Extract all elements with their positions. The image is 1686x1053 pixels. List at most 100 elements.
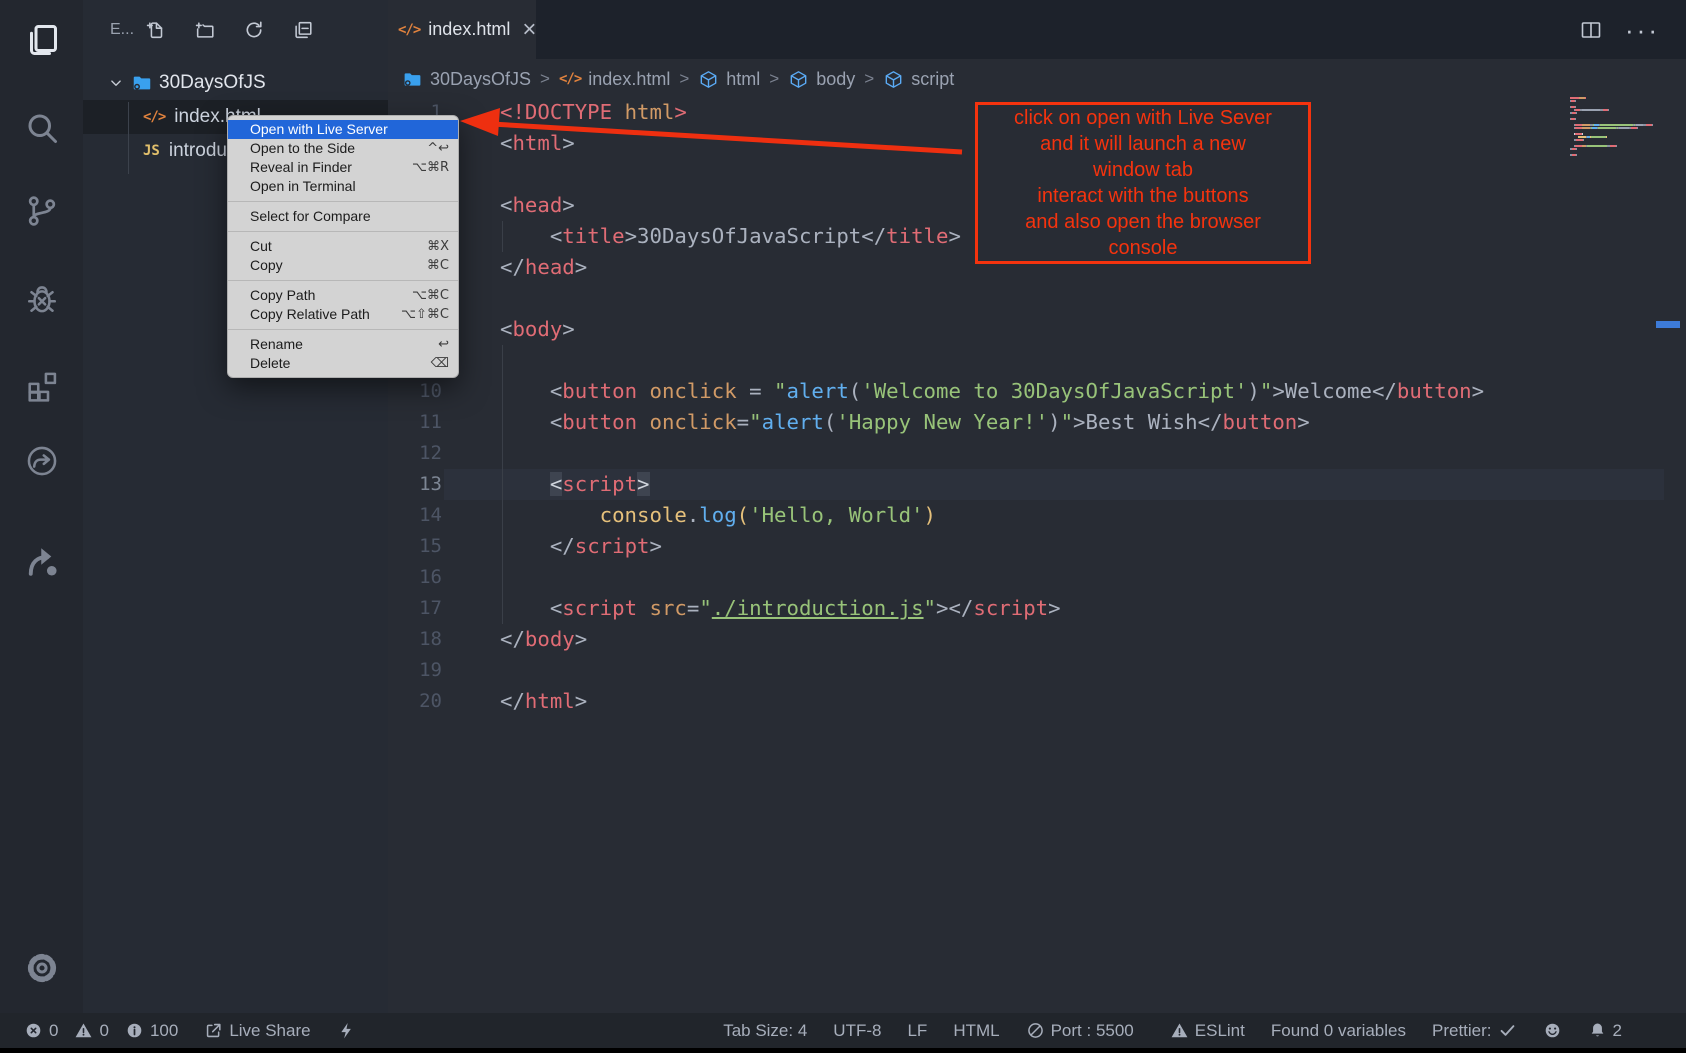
status-item-html[interactable]: HTML	[953, 1021, 999, 1041]
status-label: 100	[150, 1021, 178, 1041]
settings-gear-icon[interactable]	[24, 950, 60, 986]
code-line-17[interactable]: <script src="./introduction.js"></script…	[500, 593, 1484, 624]
new-file-icon[interactable]	[145, 19, 167, 41]
split-editor-icon[interactable]	[1579, 18, 1603, 42]
menu-item-copy-path[interactable]: Copy Path⌥⌘C	[228, 286, 458, 305]
line-number: 20	[388, 686, 442, 717]
menu-item-copy-relative-path[interactable]: Copy Relative Path⌥⇧⌘C	[228, 305, 458, 324]
menu-item-open-to-the-side[interactable]: Open to the Side^↩	[228, 139, 458, 158]
check-icon	[1498, 1021, 1517, 1040]
code-line-7[interactable]	[500, 283, 1484, 314]
breadcrumb-item-script[interactable]: script	[883, 69, 954, 90]
status-item-0[interactable]: 0	[74, 1021, 108, 1041]
new-folder-icon[interactable]	[194, 19, 216, 41]
warning-icon	[1170, 1021, 1189, 1040]
line-number: 15	[388, 531, 442, 562]
status-item-prettier-[interactable]: Prettier:	[1432, 1021, 1517, 1041]
status-item-live-share[interactable]: Live Share	[204, 1021, 310, 1041]
code-line-19[interactable]	[500, 655, 1484, 686]
menu-item-label: Reveal in Finder	[250, 158, 352, 177]
status-item-eslint[interactable]: ESLint	[1170, 1021, 1245, 1041]
annotation-line: interact with the buttons	[978, 183, 1308, 209]
files-icon[interactable]	[24, 22, 60, 58]
status-item-bolt[interactable]	[337, 1021, 356, 1040]
status-item-utf-8[interactable]: UTF-8	[833, 1021, 881, 1041]
line-number: 16	[388, 562, 442, 593]
live-share-icon[interactable]	[24, 443, 60, 479]
menu-item-delete[interactable]: Delete⌫	[228, 354, 458, 373]
menu-item-shortcut: ↩	[438, 335, 449, 354]
code-line-14[interactable]: console.log('Hello, World')	[500, 500, 1484, 531]
menu-item-reveal-in-finder[interactable]: Reveal in Finder ⌥⌘R	[228, 158, 458, 177]
code-line-16[interactable]	[500, 562, 1484, 593]
minimap[interactable]	[1570, 97, 1656, 157]
menu-item-label: Open in Terminal	[250, 177, 356, 196]
menu-separator	[228, 280, 458, 281]
menu-item-label: Rename	[250, 335, 303, 354]
vscode-window: E... 30DaysOfJS</>index.htmlJSintroducti…	[0, 0, 1686, 1053]
status-item-found-0-variables[interactable]: Found 0 variables	[1271, 1021, 1406, 1041]
smiley-icon	[1543, 1021, 1562, 1040]
error-icon	[24, 1021, 43, 1040]
menu-item-cut[interactable]: Cut⌘X	[228, 237, 458, 256]
breadcrumb-item-html[interactable]: html	[698, 69, 760, 90]
tab-index-html[interactable]: </> index.html ×	[388, 0, 536, 59]
code-line-9[interactable]	[500, 345, 1484, 376]
line-number: 18	[388, 624, 442, 655]
line-number: 13	[388, 469, 442, 500]
status-label: Live Share	[229, 1021, 310, 1041]
breadcrumb-item-30DaysOfJS[interactable]: 30DaysOfJS	[402, 69, 531, 90]
tab-close-icon[interactable]: ×	[522, 20, 536, 40]
code-line-18[interactable]: </body>	[500, 624, 1484, 655]
tree-root-folder[interactable]: 30DaysOfJS	[83, 66, 388, 100]
status-item-100[interactable]: 100	[125, 1021, 178, 1041]
line-number: 14	[388, 500, 442, 531]
export-icon	[204, 1021, 223, 1040]
status-item-lf[interactable]: LF	[907, 1021, 927, 1041]
code-line-20[interactable]: </html>	[500, 686, 1484, 717]
menu-item-open-in-terminal[interactable]: Open in Terminal	[228, 177, 458, 196]
breadcrumb-label: html	[726, 69, 760, 90]
code-line-11[interactable]: <button onclick="alert('Happy New Year!'…	[500, 407, 1484, 438]
menu-item-select-for-compare[interactable]: Select for Compare	[228, 207, 458, 226]
status-label: Port : 5500	[1051, 1021, 1134, 1041]
status-item-2[interactable]: 2	[1588, 1021, 1622, 1041]
breadcrumb-separator: >	[864, 69, 874, 89]
extensions-icon[interactable]	[24, 368, 60, 404]
debug-icon[interactable]	[24, 281, 60, 317]
status-item-tab-size-4[interactable]: Tab Size: 4	[723, 1021, 807, 1041]
status-item-0[interactable]: 0	[24, 1021, 58, 1041]
status-label: HTML	[953, 1021, 999, 1041]
status-item-port-5500[interactable]: Port : 5500	[1026, 1021, 1134, 1041]
code-line-10[interactable]: <button onclick = "alert('Welcome to 30D…	[500, 376, 1484, 407]
breadcrumb-item-index.html[interactable]: </>index.html	[559, 69, 670, 90]
menu-item-copy[interactable]: Copy⌘C	[228, 256, 458, 275]
root-folder-label: 30DaysOfJS	[159, 72, 266, 94]
status-label: LF	[907, 1021, 927, 1041]
menu-item-rename[interactable]: Rename ↩	[228, 335, 458, 354]
menu-item-shortcut: ⌥⌘R	[412, 158, 449, 177]
menu-item-shortcut: ⌘C	[427, 256, 449, 275]
status-item-smiley[interactable]	[1543, 1021, 1562, 1040]
code-line-15[interactable]: </script>	[500, 531, 1484, 562]
refresh-icon[interactable]	[243, 19, 265, 41]
search-icon[interactable]	[24, 110, 60, 146]
more-actions-icon[interactable]: ···	[1625, 25, 1660, 35]
bolt-icon	[337, 1021, 356, 1040]
code-line-13[interactable]: <script>	[500, 469, 1484, 500]
breadcrumb-label: body	[816, 69, 855, 90]
annotation-line: and also open the browser	[978, 209, 1308, 235]
breadcrumb-label: script	[911, 69, 954, 90]
annotation-box: click on open with Live Severand it will…	[975, 102, 1311, 264]
html-file-icon: </>	[398, 22, 420, 38]
overview-ruler-marker[interactable]	[1656, 321, 1680, 328]
menu-item-open-with-live-server[interactable]: Open with Live Server	[228, 120, 458, 139]
code-line-8[interactable]: <body>	[500, 314, 1484, 345]
breadcrumb-item-body[interactable]: body	[788, 69, 855, 90]
code-icon: </>	[559, 71, 581, 87]
source-control-icon[interactable]	[24, 193, 60, 229]
status-label: 2	[1613, 1021, 1622, 1041]
collapse-all-icon[interactable]	[292, 19, 314, 41]
code-line-12[interactable]	[500, 438, 1484, 469]
share-arrow-icon[interactable]	[24, 543, 60, 579]
